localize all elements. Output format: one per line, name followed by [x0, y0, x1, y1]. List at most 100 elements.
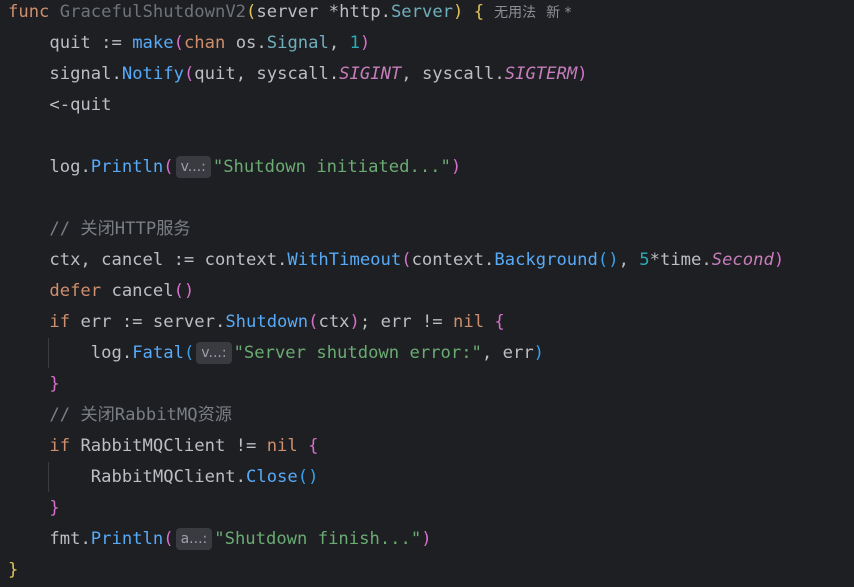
code-token: }: [8, 498, 60, 518]
code-token: RabbitMQClient.: [8, 467, 246, 487]
code-line[interactable]: if RabbitMQClient != nil {: [8, 431, 318, 462]
code-token: Close: [246, 467, 298, 487]
code-token: Println: [90, 529, 164, 549]
code-token: .: [111, 64, 122, 84]
code-token: Shutdown: [225, 312, 309, 332]
code-token: }: [8, 560, 19, 580]
code-token: chan: [183, 33, 236, 53]
code-token: ,: [618, 250, 640, 270]
code-token: quit, syscall.: [194, 64, 340, 84]
code-token: ): [349, 312, 360, 332]
code-token: // 关闭HTTP服务: [8, 219, 191, 239]
code-token: .: [380, 2, 391, 22]
code-token: defer: [8, 281, 112, 301]
code-line[interactable]: // 关闭HTTP服务: [8, 214, 191, 245]
code-token: context.: [411, 250, 495, 270]
code-token: fmt: [8, 529, 81, 549]
code-token: GracefulShutdownV2: [59, 2, 247, 22]
code-token: signal: [8, 64, 112, 84]
code-token: SIGTERM: [504, 64, 578, 84]
code-token: Signal: [266, 33, 329, 53]
code-line[interactable]: // 关闭RabbitMQ资源: [8, 400, 232, 431]
code-token: err := server.: [80, 312, 226, 332]
code-line[interactable]: func GracefulShutdownV2(server *http.Ser…: [8, 0, 572, 28]
code-token: http: [339, 2, 381, 22]
code-token: .: [80, 157, 91, 177]
code-token: nil: [266, 436, 298, 456]
code-token: (: [401, 250, 412, 270]
code-token: func: [8, 2, 60, 22]
code-line[interactable]: log.Fatal(v...: "Server shutdown error:",…: [8, 338, 544, 369]
code-token: ; err !=: [359, 312, 454, 332]
code-token: ): [359, 33, 371, 53]
code-token: {: [484, 312, 505, 332]
code-line[interactable]: signal.Notify(quit, syscall.SIGINT, sysc…: [8, 59, 588, 90]
code-token: (: [308, 312, 319, 332]
code-token: .: [256, 33, 267, 53]
code-token: Notify: [121, 64, 184, 84]
code-token: ctx, cancel := context.: [8, 250, 288, 270]
code-line[interactable]: ctx, cancel := context.WithTimeout(conte…: [8, 245, 784, 276]
code-token: log: [8, 157, 81, 177]
parameter-hint: v...:: [175, 156, 211, 178]
usage-annotation[interactable]: 无用法: [494, 5, 536, 21]
code-token: make: [132, 33, 174, 53]
code-token: WithTimeout: [287, 250, 402, 270]
code-token: log.: [8, 343, 133, 363]
code-token: os: [235, 33, 257, 53]
code-token: (: [163, 529, 174, 549]
code-token: ,: [328, 33, 350, 53]
code-token: (): [173, 281, 195, 301]
code-editor[interactable]: func GracefulShutdownV2(server *http.Ser…: [0, 0, 854, 587]
code-token: *time.: [649, 250, 712, 270]
code-token: "Shutdown initiated...": [212, 157, 451, 177]
code-token: ): [577, 64, 588, 84]
code-token: ): [773, 250, 785, 270]
code-token: ): [421, 529, 432, 549]
code-line[interactable]: log.Println(v...: "Shutdown initiated..."…: [8, 152, 461, 183]
code-token: (: [163, 157, 174, 177]
code-token: if: [8, 436, 81, 456]
usage-annotation[interactable]: 新 *: [546, 5, 571, 21]
code-line[interactable]: RabbitMQClient.Close(): [8, 462, 319, 493]
code-token: (: [183, 343, 195, 363]
code-token: "Server shutdown error:": [233, 343, 482, 363]
code-token: (): [297, 467, 319, 487]
code-line[interactable]: defer cancel(): [8, 276, 194, 307]
code-token: quit :=: [8, 33, 133, 53]
code-token: , err: [481, 343, 534, 363]
code-token: server *: [256, 2, 340, 22]
parameter-hint: v...:: [196, 342, 232, 364]
code-token: 1: [349, 33, 360, 53]
code-token: ): [450, 157, 462, 177]
code-token: Println: [90, 157, 164, 177]
code-token: Background: [494, 250, 598, 270]
code-line[interactable]: }: [8, 493, 60, 524]
code-token: 5: [639, 250, 650, 270]
code-token: (: [173, 33, 184, 53]
code-token: ): [533, 343, 545, 363]
code-line[interactable]: quit := make(chan os.Signal, 1): [8, 28, 370, 59]
parameter-hint: a...:: [175, 528, 213, 550]
code-token: "Shutdown finish...": [214, 529, 422, 549]
code-token: if: [8, 312, 81, 332]
code-token: // 关闭RabbitMQ资源: [8, 405, 232, 425]
code-token: {: [463, 2, 485, 22]
code-token: .: [80, 529, 91, 549]
code-token: <-quit: [8, 95, 112, 115]
code-line[interactable]: fmt.Println(a...: "Shutdown finish..."): [8, 524, 432, 555]
code-token: Second: [711, 250, 774, 270]
code-line[interactable]: }: [8, 369, 59, 400]
code-token: Fatal: [132, 343, 184, 363]
code-token: (: [246, 2, 257, 22]
code-token: , syscall.: [401, 64, 505, 84]
code-line[interactable]: }: [8, 555, 18, 586]
code-token: (: [183, 64, 195, 84]
code-token: cancel: [111, 281, 174, 301]
code-token: (): [597, 250, 619, 270]
code-line[interactable]: <-quit: [8, 90, 111, 121]
code-token: ): [453, 2, 464, 22]
code-token: nil: [453, 312, 485, 332]
code-line[interactable]: if err := server.Shutdown(ctx); err != n…: [8, 307, 505, 338]
code-token: Server: [390, 2, 454, 22]
